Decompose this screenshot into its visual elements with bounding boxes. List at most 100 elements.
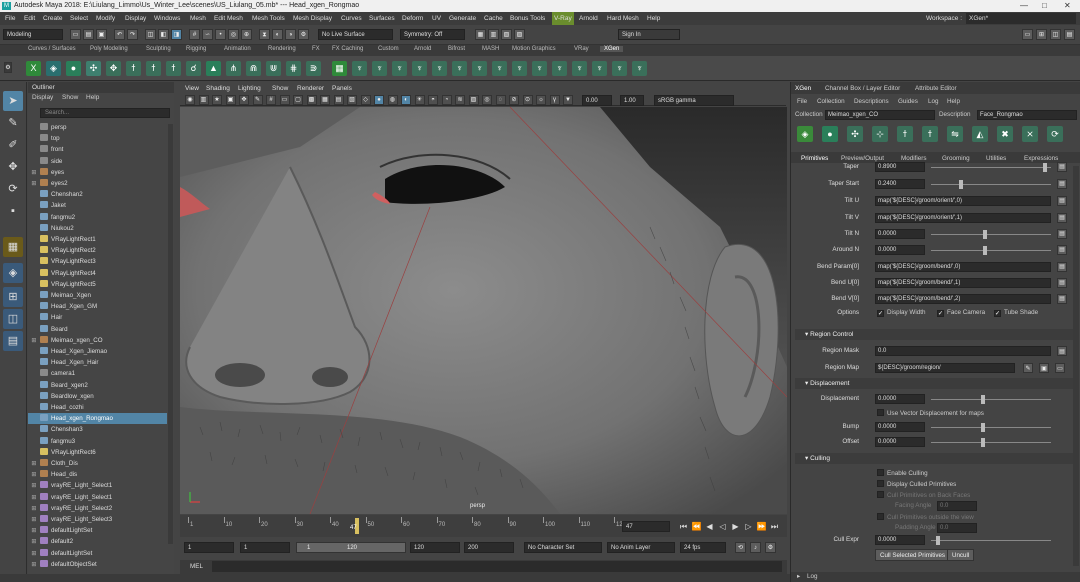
menu-select[interactable]: Select	[70, 12, 88, 25]
show-attribute-editor-icon[interactable]: ▥	[488, 29, 499, 40]
outliner-item[interactable]: ⊞ Meimao_xgen_CO	[28, 335, 167, 346]
attr-slider-knob[interactable]	[983, 246, 987, 255]
expand-icon[interactable]: ⊞	[28, 167, 40, 178]
vp-menu-panels[interactable]: Panels	[332, 85, 352, 92]
play-back-icon[interactable]: ◁	[717, 521, 728, 532]
width-tool-icon[interactable]: ⋒	[246, 61, 261, 76]
attr-slider[interactable]	[931, 167, 1051, 168]
edit-guide-icon[interactable]: ✥	[106, 61, 121, 76]
expand-icon[interactable]: ⊞	[28, 514, 40, 525]
close-icon[interactable]: ✕	[1064, 0, 1071, 12]
shelf-tab-rendering[interactable]: Rendering	[268, 46, 296, 52]
tab-xgen[interactable]: XGen	[795, 85, 811, 92]
menu-uv[interactable]: UV	[432, 12, 441, 25]
snap-view-icon[interactable]: ◎	[228, 29, 239, 40]
region-mask-field[interactable]: 0.0	[875, 346, 1051, 356]
shelf-tab-mash[interactable]: MASH	[482, 46, 499, 52]
menu-edit-mesh[interactable]: Edit Mesh	[214, 12, 243, 25]
menu-create[interactable]: Create	[43, 12, 63, 25]
update-preview-icon[interactable]: ⟳	[1047, 126, 1063, 142]
noise-tool-icon[interactable]: ⋕	[286, 61, 301, 76]
mode-dropdown[interactable]: Modeling	[3, 29, 63, 40]
layout-side-icon[interactable]: ◫	[1050, 29, 1061, 40]
attr-field[interactable]: 0.0000	[875, 245, 925, 255]
expression-editor-icon[interactable]: ▤	[1057, 162, 1067, 172]
shelf-tab-xgen[interactable]: XGen	[600, 46, 624, 52]
expand-icon[interactable]: ⊞	[28, 536, 40, 547]
expression-editor-icon[interactable]: ▤	[1057, 179, 1067, 189]
outliner-item[interactable]: VRayLightRect2	[28, 245, 167, 256]
playback-start-field[interactable]: 1	[240, 542, 290, 553]
menu-curves[interactable]: Curves	[341, 12, 362, 25]
region-map-paint-icon[interactable]: ✎	[1023, 363, 1033, 373]
select-tool-icon[interactable]: ➤	[3, 91, 23, 111]
groom-brush-11-icon[interactable]: ♆	[552, 61, 567, 76]
attr-field[interactable]: 0.8900	[875, 162, 925, 172]
tab-attribute-editor[interactable]: Attribute Editor	[915, 85, 957, 92]
redo-icon[interactable]: ↷	[127, 29, 138, 40]
menu-deform[interactable]: Deform	[402, 12, 423, 25]
cull-expr-slider[interactable]	[931, 540, 1051, 541]
guide-select-icon[interactable]: ⊹	[872, 126, 888, 142]
shelf-tab-poly-modeling[interactable]: Poly Modeling	[90, 46, 128, 52]
displacement-section[interactable]: ▾ Displacement	[795, 378, 1077, 389]
image-plane-icon[interactable]: ▣	[225, 95, 236, 105]
range-slider[interactable]: 1 120	[296, 542, 406, 553]
outliner-item[interactable]: fangmu2	[28, 212, 167, 223]
xray-joints-icon[interactable]: ⊘	[509, 95, 519, 105]
render-icon[interactable]: ✖	[997, 126, 1013, 142]
menu-help[interactable]: Help	[647, 12, 660, 25]
xray-icon[interactable]: ◌	[495, 95, 506, 105]
vp-menu-lighting[interactable]: Lighting	[238, 85, 261, 92]
go-to-end-icon[interactable]: ⏭	[769, 521, 780, 532]
outliner-item[interactable]: VRayLightRect5	[28, 279, 167, 290]
shelf-tab-motion-graphics[interactable]: Motion Graphics	[512, 46, 556, 52]
expression-editor-icon[interactable]: ▤	[1057, 245, 1067, 255]
lasso-tool-icon[interactable]: ✎	[3, 113, 23, 133]
menu-generate[interactable]: Generate	[449, 12, 476, 25]
attr-slider[interactable]	[931, 184, 1051, 185]
outliner-item[interactable]: persp	[28, 122, 167, 133]
time-slider[interactable]: 1 10 20 30 40 50 60 70 80 90 100 110 120 47 47 ⏮ ⏪ ◀ ◁ ▶…	[180, 515, 787, 537]
shelf-tab-vray[interactable]: VRay	[574, 46, 589, 52]
wire-on-shaded-icon[interactable]: ◍	[387, 95, 398, 105]
menu-edit[interactable]: Edit	[24, 12, 35, 25]
expand-icon[interactable]: ⊞	[28, 335, 40, 346]
outliner-item[interactable]: ⊞ vrayRE_Light_Select2	[28, 503, 167, 514]
padding-angle-field[interactable]: 0.0	[937, 523, 977, 533]
attr-slider-knob[interactable]	[983, 230, 987, 239]
show-channel-box-icon[interactable]: ▨	[514, 29, 525, 40]
anim-end-field[interactable]: 200	[464, 542, 514, 553]
audio-icon[interactable]: ♪	[750, 542, 761, 553]
layout-persp-icon[interactable]: ◈	[3, 263, 23, 283]
aa-icon[interactable]: ▨	[468, 95, 479, 105]
groom-brush-8-icon[interactable]: ♆	[492, 61, 507, 76]
cull-selected-button[interactable]: Cull Selected Primitives	[875, 549, 950, 561]
collection-dropdown[interactable]: Meimao_xgen_CO	[825, 110, 935, 120]
density-tool-icon[interactable]: ⋔	[226, 61, 241, 76]
outliner-item[interactable]: ⊞ vrayRE_Light_Select1	[28, 492, 167, 503]
anim-start-field[interactable]: 1	[184, 542, 234, 553]
groom-brush-14-icon[interactable]: ♆	[612, 61, 627, 76]
guide-add-icon[interactable]: ✣	[847, 126, 863, 142]
current-frame-field[interactable]: 47	[622, 521, 670, 532]
outliner-item[interactable]: ⊞ eyes2	[28, 178, 167, 189]
layout-outliner-icon[interactable]: ▤	[1064, 29, 1075, 40]
shadows-icon[interactable]: ◓	[428, 95, 438, 105]
guide-sculpt-icon[interactable]: ϯ	[922, 126, 938, 142]
camera-select-icon[interactable]: ◉	[185, 95, 195, 105]
expand-icon[interactable]: ⊞	[28, 525, 40, 536]
expand-icon[interactable]: ⊞	[28, 458, 40, 469]
preview-icon[interactable]: ◭	[972, 126, 988, 142]
menu-hard-mesh[interactable]: Hard Mesh	[607, 12, 639, 25]
outliner-item[interactable]: Niukou2	[28, 223, 167, 234]
resolution-gate-icon[interactable]: ▢	[293, 95, 303, 105]
vp-menu-show[interactable]: Show	[272, 85, 288, 92]
menu-mesh-display[interactable]: Mesh Display	[293, 12, 332, 25]
use-lights-icon[interactable]: ☀	[414, 95, 425, 105]
description-dropdown[interactable]: Face_Rongmao	[977, 110, 1077, 120]
bump-field[interactable]: 0.0000	[875, 422, 925, 432]
xgen-menu-file[interactable]: File	[797, 98, 807, 105]
move-tool-icon[interactable]: ✥	[3, 157, 23, 177]
displacement-slider[interactable]	[931, 399, 1051, 400]
